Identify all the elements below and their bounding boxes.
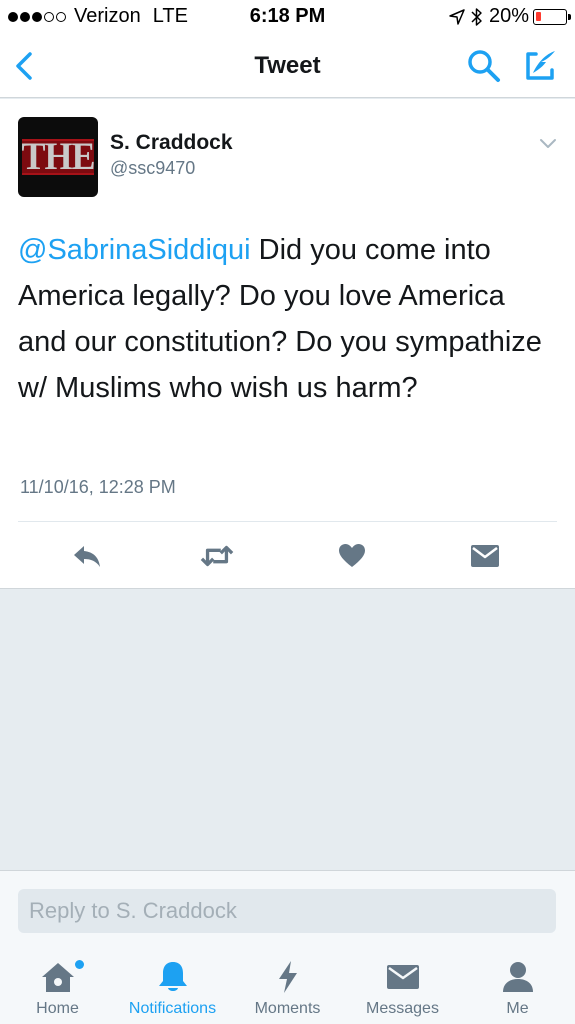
compose-icon[interactable] bbox=[522, 48, 558, 84]
bluetooth-icon bbox=[471, 7, 482, 26]
tab-me[interactable]: Me bbox=[460, 946, 575, 1024]
reply-bar bbox=[0, 870, 575, 946]
tab-label: Me bbox=[506, 1000, 529, 1017]
chevron-down-icon[interactable] bbox=[538, 137, 558, 151]
retweet-icon bbox=[200, 545, 234, 567]
person-icon bbox=[502, 962, 533, 992]
nav-bar: Tweet bbox=[0, 34, 575, 98]
reply-input[interactable] bbox=[18, 889, 556, 933]
status-right: 20% bbox=[449, 5, 571, 28]
tweet-text: @SabrinaSiddiqui Did you come into Ameri… bbox=[18, 227, 558, 411]
tab-bar: Home Notifications Moments Messages Me bbox=[0, 946, 575, 1024]
lightning-icon bbox=[278, 961, 297, 993]
reply-icon bbox=[74, 546, 100, 567]
tab-moments[interactable]: Moments bbox=[230, 946, 345, 1024]
battery-icon bbox=[533, 8, 571, 25]
status-bar: Verizon LTE 6:18 PM 20% bbox=[0, 0, 575, 34]
tweet-timestamp: 11/10/16, 12:28 PM bbox=[20, 477, 176, 497]
envelope-icon bbox=[386, 965, 419, 989]
retweet-button[interactable] bbox=[200, 539, 234, 573]
home-new-indicator bbox=[75, 960, 84, 969]
divider bbox=[18, 521, 557, 522]
tab-label: Notifications bbox=[128, 1000, 217, 1017]
search-icon[interactable] bbox=[466, 48, 502, 84]
bell-icon bbox=[158, 962, 187, 991]
tab-label: Home bbox=[36, 1000, 79, 1017]
like-icon bbox=[339, 544, 365, 567]
location-arrow-icon bbox=[449, 8, 465, 25]
display-name[interactable]: S. Craddock bbox=[110, 131, 233, 155]
avatar-logo-text: THE bbox=[21, 134, 95, 178]
reply-button[interactable] bbox=[70, 539, 104, 573]
avatar[interactable]: THE bbox=[18, 117, 98, 197]
tab-messages[interactable]: Messages bbox=[345, 946, 460, 1024]
like-button[interactable] bbox=[335, 539, 369, 573]
tab-label: Messages bbox=[366, 1000, 439, 1017]
home-icon bbox=[41, 963, 74, 992]
tweet-detail: THE S. Craddock @ssc9470 @SabrinaSiddiqu… bbox=[0, 99, 575, 589]
mention-link[interactable]: @SabrinaSiddiqui bbox=[18, 234, 251, 266]
tab-notifications[interactable]: Notifications bbox=[115, 946, 230, 1024]
tab-label: Moments bbox=[254, 1000, 321, 1017]
user-handle[interactable]: @ssc9470 bbox=[110, 158, 195, 179]
battery-percent: 20% bbox=[488, 5, 529, 27]
direct-message-button[interactable] bbox=[468, 539, 502, 573]
direct-message-icon bbox=[471, 545, 499, 567]
tab-home[interactable]: Home bbox=[0, 946, 115, 1024]
